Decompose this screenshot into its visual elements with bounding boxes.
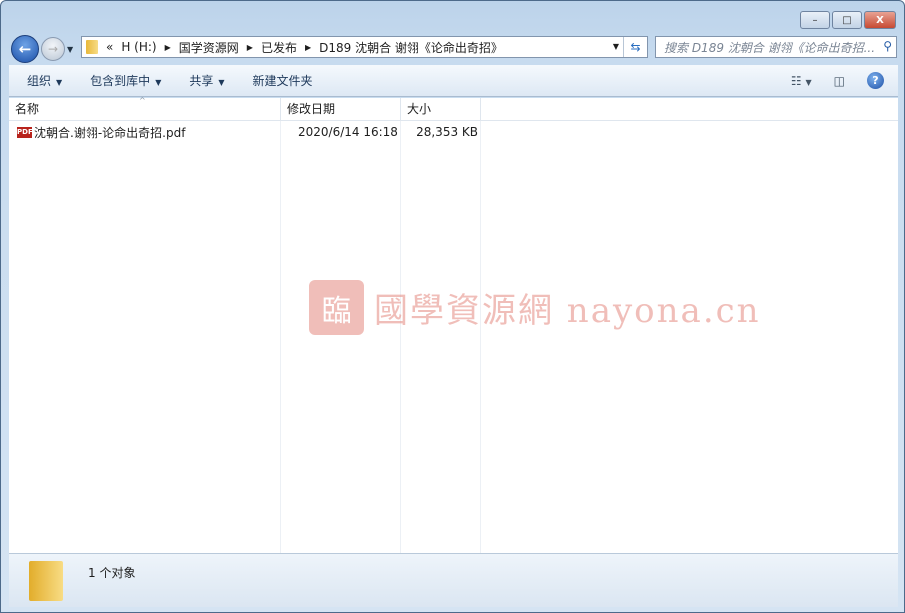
chevron-right-icon[interactable]: ▶ <box>305 43 311 52</box>
search-icon[interactable]: ⚲ <box>883 39 892 53</box>
column-header-name[interactable]: 名称 ^ <box>9 96 281 121</box>
address-bar[interactable]: « H (H:) ▶ 国学资源网 ▶ 已发布 ▶ D189 沈朝合 谢翎《论命出奇招》… <box>81 36 648 58</box>
forward-button[interactable]: → <box>41 37 65 61</box>
chevron-right-icon[interactable]: ▶ <box>247 43 253 52</box>
explorer-window: – □ X ← → ▼ « H (H:) ▶ 国学资源网 ▶ 已发布 ▶ D189 沈… <box>0 0 905 613</box>
file-row[interactable]: PDF 沈朝合.谢翎-论命出奇招.pdf 2020/6/14 16:18 28,… <box>9 122 486 142</box>
item-count: 1 个对象 <box>88 566 136 580</box>
chevron-right-icon[interactable]: ▶ <box>165 43 171 52</box>
search-input[interactable]: 搜索 D189 沈朝合 谢翎《论命出奇招... ⚲ <box>655 36 897 58</box>
maximize-button[interactable]: □ <box>832 11 862 29</box>
breadcrumb-guoxue[interactable]: 国学资源网 <box>179 39 239 56</box>
refresh-icon[interactable]: ⇆ <box>623 37 647 57</box>
breadcrumb-drive[interactable]: H (H:) <box>121 40 156 54</box>
details-pane: 1 个对象 <box>9 553 898 607</box>
close-button[interactable]: X <box>864 11 896 29</box>
watermark-text: 國學資源網 nayona.cn <box>374 291 761 331</box>
view-options-icon[interactable]: ☷ ▼ <box>791 74 812 88</box>
breadcrumb-published[interactable]: 已发布 <box>261 39 297 56</box>
help-icon[interactable]: ? <box>867 72 884 89</box>
file-size: 28,353 KB <box>416 125 478 139</box>
folder-icon <box>29 560 63 601</box>
watermark: 臨 國學資源網 nayona.cn <box>309 280 761 335</box>
back-button[interactable]: ← <box>11 35 39 63</box>
preview-pane-icon[interactable]: ◫ <box>834 74 845 88</box>
new-folder-button[interactable]: 新建文件夹 <box>243 72 323 89</box>
address-dropdown-icon[interactable]: ▼ <box>613 42 619 51</box>
file-name: 沈朝合.谢翎-论命出奇招.pdf <box>34 125 186 140</box>
file-list: 名称 ^ 修改日期 大小 PDF 沈朝合.谢翎-论命出奇招.pdf 2020/6/… <box>9 96 898 553</box>
organize-menu[interactable]: 组织 ▼ <box>17 72 72 89</box>
search-placeholder: 搜索 D189 沈朝合 谢翎《论命出奇招... <box>664 40 876 55</box>
recent-pages-dropdown[interactable]: ▼ <box>67 45 73 54</box>
share-menu[interactable]: 共享 ▼ <box>179 72 234 89</box>
column-header-size[interactable]: 大小 <box>401 98 481 121</box>
watermark-seal: 臨 <box>309 280 364 335</box>
column-header-modified[interactable]: 修改日期 <box>281 98 401 121</box>
breadcrumb-current[interactable]: D189 沈朝合 谢翎《论命出奇招》 <box>319 39 503 56</box>
pdf-icon: PDF <box>17 126 33 138</box>
sort-ascending-icon: ^ <box>139 96 146 105</box>
folder-icon <box>86 40 98 54</box>
minimize-button[interactable]: – <box>800 11 830 29</box>
breadcrumb-overflow[interactable]: « <box>106 40 113 54</box>
include-in-library-menu[interactable]: 包含到库中 ▼ <box>80 72 171 89</box>
file-modified: 2020/6/14 16:18 <box>298 125 398 139</box>
